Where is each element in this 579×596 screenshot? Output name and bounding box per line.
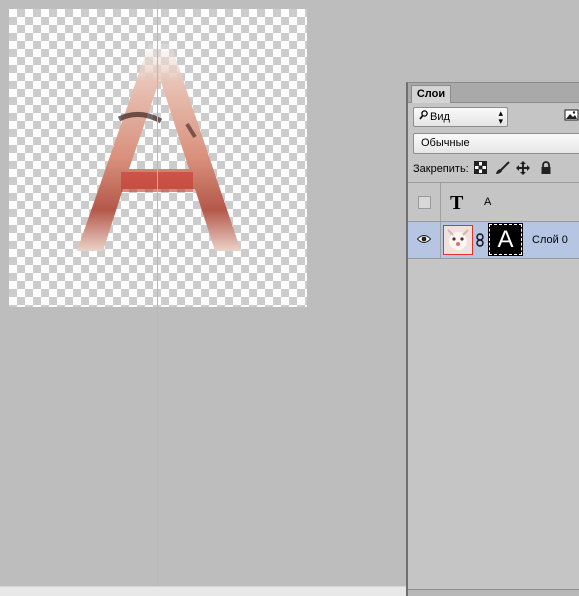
vertical-guide[interactable] [157,0,158,595]
layer-row-selected[interactable]: A Слой 0 [408,222,579,259]
letter-a-artwork [77,44,241,251]
lock-row: Закрепить: [408,156,579,183]
blend-mode-value: Обычные [421,137,470,149]
layer-row-text[interactable]: T A [408,183,579,222]
lock-image-pixels-icon[interactable] [494,161,510,175]
visibility-toggle[interactable] [408,222,441,258]
layer-name[interactable]: A [484,196,491,208]
layer-thumbnail[interactable] [443,225,473,255]
lock-all-icon[interactable] [540,161,554,175]
layers-panel: Слои Вид ▴ ▾ Обычные Закрепить: T A A Сл… [406,82,579,596]
layer-mask-thumbnail[interactable]: A [488,223,523,256]
image-icon[interactable] [564,108,579,122]
search-icon [419,110,428,123]
blend-mode-select[interactable]: Обычные [413,133,579,154]
canvas[interactable] [9,9,307,307]
eye-icon [416,234,432,247]
lock-transparent-pixels-icon[interactable] [474,161,488,175]
layer-filter-select[interactable]: Вид ▴ ▾ [413,107,508,127]
lock-position-icon[interactable] [516,161,530,175]
text-layer-icon: T [450,192,464,214]
visibility-off-box [418,196,431,209]
filter-row: Вид ▴ ▾ [408,103,579,130]
visibility-toggle[interactable] [408,183,441,221]
lock-label: Закрепить: [413,163,469,175]
panel-tab-bar: Слои [408,83,579,103]
tab-layers[interactable]: Слои [411,85,451,103]
layer-filter-value: Вид [430,111,450,123]
blend-row: Обычные [408,130,579,156]
updown-arrows-icon: ▴ ▾ [498,108,503,126]
layer-name[interactable]: Слой 0 [532,234,568,246]
link-icon[interactable] [476,233,484,250]
